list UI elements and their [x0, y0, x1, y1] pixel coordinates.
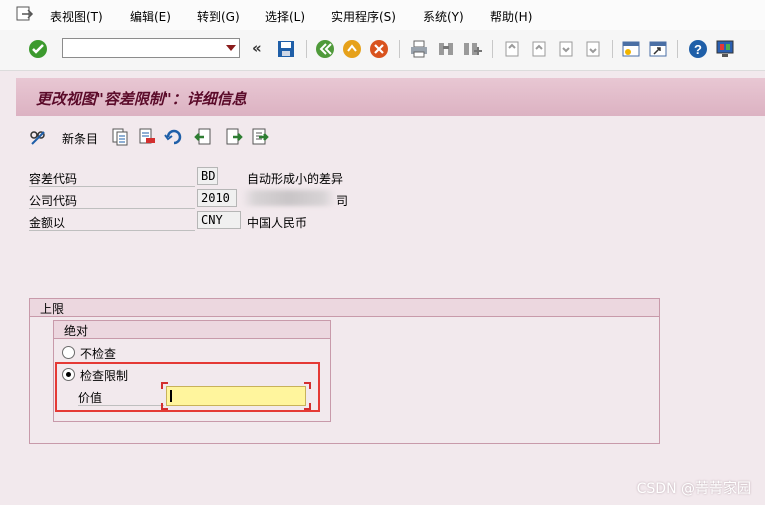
separator — [306, 40, 307, 58]
enter-icon[interactable] — [28, 39, 48, 59]
menu-table-view[interactable]: 表视图(T) — [50, 8, 103, 25]
tolerance-code-label: 容差代码 — [29, 172, 78, 186]
currency-field[interactable]: CNY — [197, 211, 241, 229]
collapse-icon[interactable]: « — [252, 39, 262, 57]
menu-help[interactable]: 帮助(H) — [490, 8, 532, 25]
chevron-down-icon[interactable] — [226, 45, 236, 51]
upper-limit-title: 上限 — [40, 302, 65, 316]
menu-edit[interactable]: 编辑(E) — [130, 8, 171, 25]
next-entry-icon[interactable] — [224, 127, 244, 147]
redacted-company-name — [241, 190, 337, 206]
company-code-description: 司 — [336, 194, 349, 208]
menu-utilities[interactable]: 实用程序(S) — [331, 8, 396, 25]
new-entries-button[interactable]: 新条目 — [62, 130, 98, 147]
separator — [492, 40, 493, 58]
previous-page-icon[interactable] — [529, 39, 549, 59]
watermark: CSDN @菁菁家园 — [636, 481, 751, 497]
company-code-label: 公司代码 — [29, 194, 78, 208]
no-check-label: 不检查 — [80, 347, 117, 361]
menu-bar: 表视图(T) 编辑(E) 转到(G) 选择(L) 实用程序(S) 系统(Y) 帮… — [0, 0, 765, 30]
save-icon[interactable] — [276, 39, 296, 59]
menu-system[interactable]: 系统(Y) — [423, 8, 464, 25]
previous-entry-icon[interactable] — [193, 127, 213, 147]
page-title: 更改视图"容差限制"：详细信息 — [36, 90, 247, 108]
svg-text:?: ? — [694, 42, 702, 57]
next-page-icon[interactable] — [556, 39, 576, 59]
command-field[interactable] — [62, 38, 240, 58]
find-next-icon[interactable] — [462, 39, 482, 59]
label-underline — [29, 186, 195, 187]
absolute-title: 绝对 — [64, 324, 89, 338]
company-code-value: 2010 — [201, 191, 230, 205]
print-icon[interactable] — [409, 39, 429, 59]
group-header: 绝对 — [54, 321, 330, 339]
copy-icon[interactable] — [110, 127, 130, 147]
no-check-radio[interactable] — [62, 346, 75, 359]
currency-description: 中国人民币 — [247, 216, 308, 230]
select-block-icon[interactable] — [250, 127, 270, 147]
group-header: 上限 — [30, 299, 659, 317]
company-code-field[interactable]: 2010 — [197, 189, 237, 207]
menu-select[interactable]: 选择(L) — [265, 8, 305, 25]
highlight-box — [55, 362, 320, 412]
help-icon[interactable]: ? — [688, 39, 708, 59]
exit-icon[interactable] — [342, 39, 362, 59]
label-underline — [29, 208, 195, 209]
shortcut-icon[interactable] — [648, 39, 668, 59]
separator — [399, 40, 400, 58]
delete-icon[interactable] — [137, 127, 157, 147]
layout-icon[interactable] — [715, 39, 735, 59]
create-session-icon[interactable] — [621, 39, 641, 59]
menu-goto[interactable]: 转到(G) — [197, 8, 240, 25]
display-change-icon[interactable] — [28, 127, 48, 147]
first-page-icon[interactable] — [502, 39, 522, 59]
menu-icon[interactable] — [16, 6, 34, 22]
currency-value: CNY — [201, 213, 223, 227]
separator — [612, 40, 613, 58]
tolerance-code-value: BD — [201, 169, 216, 183]
amount-label: 金额以 — [29, 216, 66, 230]
back-icon[interactable] — [315, 39, 335, 59]
undo-icon[interactable] — [164, 127, 184, 147]
title-bar: 更改视图"容差限制"：详细信息 — [16, 78, 765, 116]
tolerance-code-field[interactable]: BD — [197, 167, 218, 185]
separator — [677, 40, 678, 58]
label-underline — [29, 230, 195, 231]
cancel-icon[interactable] — [369, 39, 389, 59]
find-icon[interactable] — [436, 39, 456, 59]
tolerance-code-description: 自动形成小的差异 — [247, 172, 344, 186]
standard-toolbar: « ? — [0, 30, 765, 71]
last-page-icon[interactable] — [583, 39, 603, 59]
